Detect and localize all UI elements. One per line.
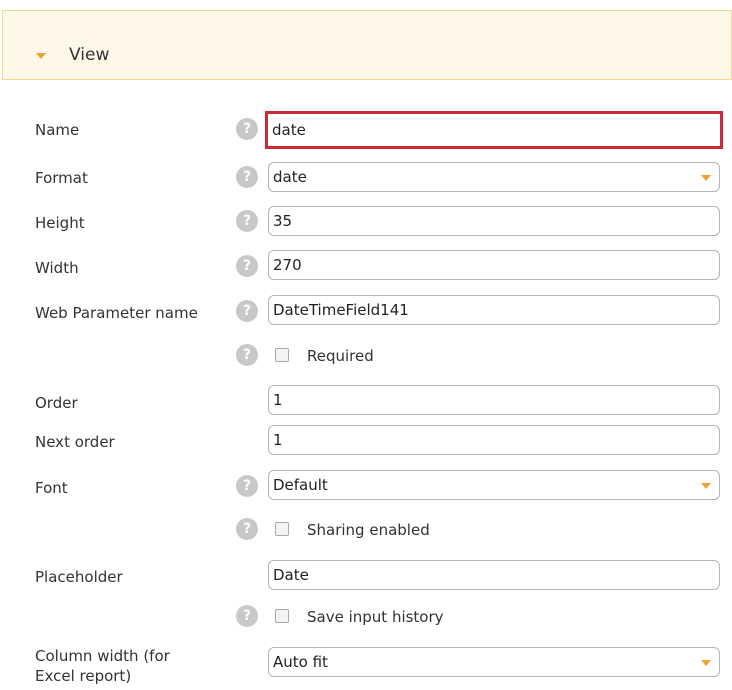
- dropdown-arrow-icon[interactable]: [701, 483, 711, 489]
- font-value: Default: [273, 476, 328, 494]
- font-label: Font: [35, 479, 68, 497]
- save-history-help-icon[interactable]: ?: [236, 605, 258, 627]
- column-width-select[interactable]: Auto fit: [268, 647, 720, 677]
- dropdown-arrow-icon[interactable]: [701, 660, 711, 666]
- column-width-label-line2: Excel report): [35, 667, 132, 685]
- properties-panel: View Name ? date Format ? date Height ? …: [0, 0, 732, 690]
- section-title: View: [69, 45, 110, 65]
- width-input[interactable]: 270: [268, 250, 720, 280]
- save-history-checkbox[interactable]: [275, 609, 289, 623]
- required-checkbox[interactable]: [275, 348, 289, 362]
- width-help-icon[interactable]: ?: [236, 255, 258, 277]
- name-help-icon[interactable]: ?: [236, 118, 258, 140]
- format-value: date: [273, 168, 307, 186]
- web-parameter-label: Web Parameter name: [35, 304, 198, 322]
- dropdown-arrow-icon[interactable]: [701, 175, 711, 181]
- placeholder-label: Placeholder: [35, 568, 123, 586]
- next-order-label: Next order: [35, 433, 115, 451]
- height-help-icon[interactable]: ?: [236, 210, 258, 232]
- required-label: Required: [307, 347, 374, 365]
- caret-down-icon[interactable]: [36, 53, 46, 59]
- web-parameter-input[interactable]: DateTimeField141: [268, 295, 720, 325]
- next-order-input[interactable]: 1: [268, 425, 720, 455]
- name-input[interactable]: date: [265, 111, 723, 149]
- height-label: Height: [35, 214, 85, 232]
- font-help-icon[interactable]: ?: [236, 475, 258, 497]
- order-label: Order: [35, 394, 78, 412]
- column-width-value: Auto fit: [273, 653, 328, 671]
- format-help-icon[interactable]: ?: [236, 166, 258, 188]
- column-width-label: Column width (for Excel report): [35, 646, 170, 686]
- width-label: Width: [35, 259, 79, 277]
- column-width-label-line1: Column width (for: [35, 647, 170, 665]
- height-input[interactable]: 35: [268, 206, 720, 236]
- required-help-icon[interactable]: ?: [236, 344, 258, 366]
- sharing-label: Sharing enabled: [307, 521, 430, 539]
- format-label: Format: [35, 169, 88, 187]
- order-input[interactable]: 1: [268, 385, 720, 415]
- sharing-checkbox[interactable]: [275, 522, 289, 536]
- placeholder-input[interactable]: Date: [268, 560, 720, 590]
- font-select[interactable]: Default: [268, 470, 720, 500]
- save-history-label: Save input history: [307, 608, 444, 626]
- name-label: Name: [35, 121, 80, 139]
- sharing-help-icon[interactable]: ?: [236, 518, 258, 540]
- format-select[interactable]: date: [268, 162, 720, 192]
- web-parameter-help-icon[interactable]: ?: [236, 300, 258, 322]
- view-section-header[interactable]: View: [2, 10, 732, 80]
